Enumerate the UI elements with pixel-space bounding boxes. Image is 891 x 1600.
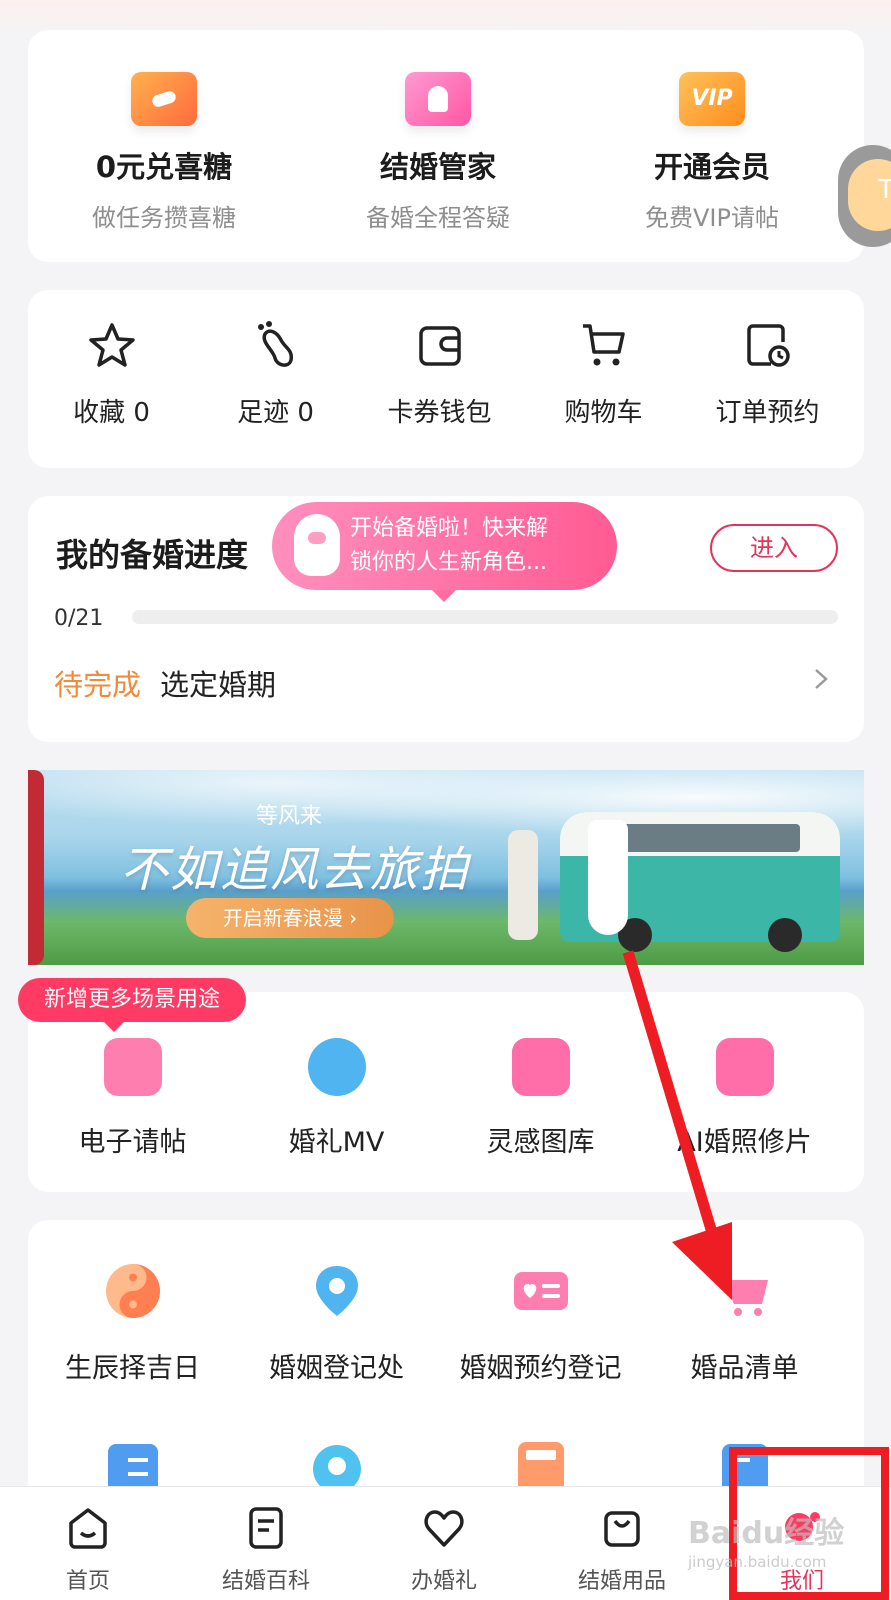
progress-count: 0/21 (54, 606, 104, 631)
id-card-icon (513, 1272, 568, 1310)
tool-cart[interactable]: 购物车 (520, 320, 687, 429)
wedding-progress-card: 我的备婚进度 开始备婚啦！快来解 锁你的人生新角色... 进入 0/21 待完成… (28, 496, 864, 742)
nav-label: 首页 (65, 1569, 110, 1594)
promo-card: 0元兑喜糖 做任务攒喜糖 结婚管家 备婚全程答疑 VIP 开通会员 免费VIP请… (28, 30, 864, 262)
banner-edge (28, 770, 44, 965)
progress-bar (132, 610, 838, 624)
item-registry-office[interactable]: 婚姻登记处 (232, 1262, 441, 1385)
tool-label: 购物车 (564, 398, 643, 428)
tool-label: 卡券钱包 (387, 398, 492, 428)
watermark-url: jingyan.baidu.com (688, 1553, 827, 1571)
service-label: 灵感图库 (486, 1127, 595, 1158)
tool-footprints[interactable]: 足迹 0 (192, 320, 359, 429)
location-pin-icon (315, 1266, 358, 1316)
nav-label: 办婚礼 (410, 1569, 477, 1594)
service-invitation[interactable]: 电子请帖 (28, 1038, 237, 1159)
tool-favorites[interactable]: 收藏 0 (28, 320, 195, 429)
progress-title: 我的备婚进度 (56, 536, 249, 574)
film-reel-icon (307, 1038, 366, 1096)
wallet-icon (418, 326, 461, 366)
tool-label: 订单预约 (715, 398, 820, 428)
order-clock-icon (746, 324, 790, 367)
document-icon (249, 1507, 283, 1549)
quick-tools-card: 收藏 0 足迹 0 卡券钱包 购物车 订单预约 (28, 290, 864, 468)
nav-label: 结婚用品 (577, 1569, 666, 1594)
banner-headline: 不如追风去旅拍 (120, 842, 471, 898)
service-wedding-mv[interactable]: 婚礼MV (232, 1038, 441, 1159)
chevron-right-icon[interactable] (806, 664, 836, 694)
footprint-icon (257, 321, 293, 367)
yinyang-icon (105, 1264, 160, 1318)
star-icon (88, 323, 135, 367)
tool-wallet[interactable]: 卡券钱包 (356, 320, 523, 429)
item-auspicious-date[interactable]: 生辰择吉日 (28, 1262, 237, 1385)
bubble-line-2: 锁你的人生新角色... (350, 550, 547, 575)
floating-side-button[interactable]: T (838, 145, 891, 247)
service-ai-retouch[interactable]: AI婚照修片 (640, 1038, 849, 1159)
heart-icon (424, 1510, 464, 1547)
new-feature-tag: 新增更多场景用途 (18, 978, 246, 1032)
item-registration-booking[interactable]: 婚姻预约登记 (436, 1262, 645, 1385)
service-label: AI婚照修片 (677, 1127, 812, 1158)
nav-wedding[interactable]: 办婚礼 (364, 1505, 524, 1595)
gallery-icon (511, 1038, 570, 1096)
promo-subtitle: 做任务攒喜糖 (92, 204, 236, 232)
promo-candy[interactable]: 0元兑喜糖 做任务攒喜糖 (44, 72, 284, 233)
promo-subtitle: 免费VIP请帖 (645, 204, 779, 232)
item-label: 生辰择吉日 (65, 1353, 200, 1384)
banner-small-text: 等风来 (256, 804, 323, 829)
pink-cart-icon (719, 1272, 768, 1316)
promo-title: 结婚管家 (379, 150, 496, 184)
enter-button[interactable]: 进入 (710, 524, 838, 572)
item-wedding-list[interactable]: 婚品清单 (640, 1262, 849, 1385)
tool-label: 收藏 0 (73, 398, 150, 428)
home-icon (69, 1508, 107, 1549)
progress-tip-bubble[interactable]: 开始备婚啦！快来解 锁你的人生新角色... (272, 502, 617, 602)
steward-icon (405, 72, 471, 126)
tool-label: 足迹 0 (237, 398, 314, 428)
item-label: 婚姻预约登记 (459, 1353, 622, 1384)
service-label: 婚礼MV (288, 1127, 385, 1158)
promo-title: 0元兑喜糖 (95, 150, 233, 184)
task-status: 待完成 (54, 668, 142, 702)
side-pill-letter: T (878, 175, 891, 205)
task-name[interactable]: 选定婚期 (160, 662, 276, 704)
watermark: Baidu经验 (688, 1516, 845, 1551)
vip-icon: VIP (679, 72, 745, 126)
service-label: 电子请帖 (78, 1127, 187, 1158)
tool-orders[interactable]: 订单预约 (684, 320, 851, 429)
camera-icon (715, 1038, 774, 1096)
service-gallery[interactable]: 灵感图库 (436, 1038, 645, 1159)
nav-home[interactable]: 首页 (8, 1505, 168, 1595)
nav-label: 结婚百科 (221, 1569, 310, 1594)
item-label: 婚品清单 (690, 1353, 799, 1384)
promo-steward[interactable]: 结婚管家 备婚全程答疑 (318, 72, 558, 233)
banner-groom (508, 830, 538, 940)
promo-title: 开通会员 (653, 150, 770, 184)
promo-banner[interactable]: 等风来 不如追风去旅拍 开启新春浪漫 › (28, 770, 864, 965)
cart-icon (582, 324, 625, 366)
nav-supplies[interactable]: 结婚用品 (542, 1505, 702, 1595)
services-card: 电子请帖 婚礼MV 灵感图库 AI婚照修片 (28, 992, 864, 1192)
bubble-line-1: 开始备婚啦！快来解 (350, 516, 549, 541)
invitation-icon (103, 1038, 162, 1096)
banner-bride (588, 820, 628, 935)
item-label: 婚姻登记处 (269, 1353, 404, 1384)
banner-cta-button[interactable]: 开启新春浪漫 › (186, 898, 394, 938)
shopping-bag-icon (604, 1511, 640, 1547)
candy-icon (131, 72, 197, 126)
promo-subtitle: 备婚全程答疑 (366, 204, 510, 232)
bus-wheel (768, 918, 802, 952)
nav-encyclopedia[interactable]: 结婚百科 (186, 1505, 346, 1595)
mascot-icon (294, 514, 340, 576)
promo-vip[interactable]: VIP 开通会员 免费VIP请帖 (592, 72, 832, 233)
